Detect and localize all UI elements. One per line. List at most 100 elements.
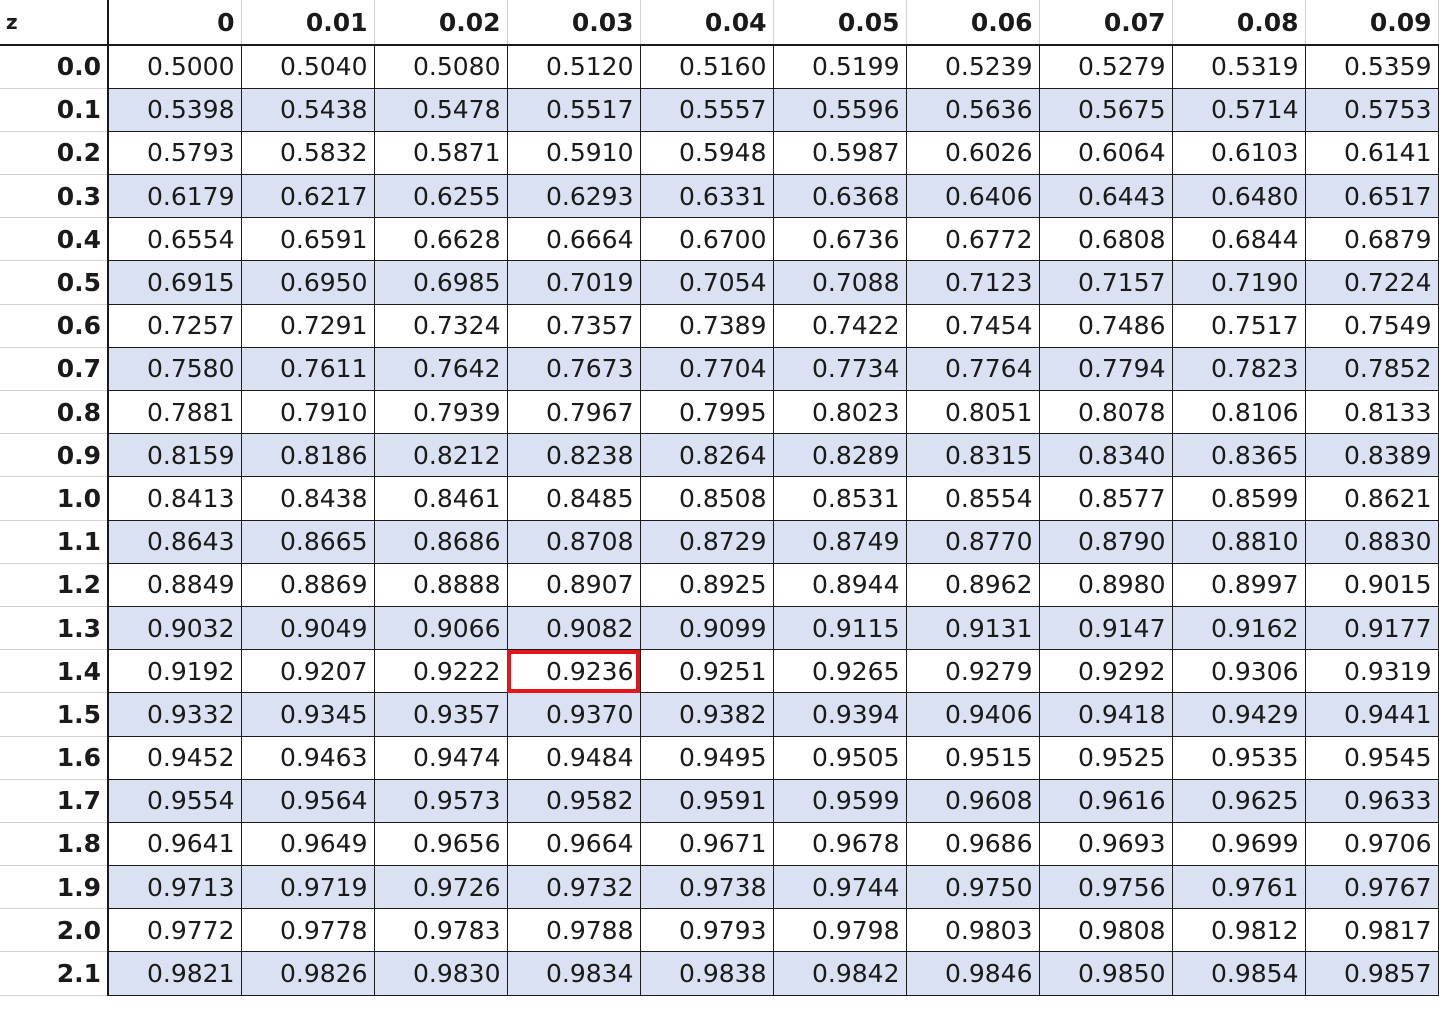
row-header-z[interactable]: 1.9 — [0, 865, 109, 910]
table-cell[interactable]: 0.7764 — [905, 346, 1040, 392]
table-cell[interactable]: 0.7673 — [506, 346, 641, 392]
row-header-z[interactable]: 0.1 — [0, 88, 109, 132]
table-cell[interactable]: 0.9099 — [639, 605, 774, 651]
table-cell[interactable]: 0.9803 — [905, 908, 1040, 953]
table-cell[interactable]: 0.6293 — [506, 174, 641, 219]
table-cell[interactable]: 0.9192 — [107, 649, 242, 694]
table-cell[interactable]: 0.9821 — [107, 951, 242, 996]
table-cell[interactable]: 0.8621 — [1304, 476, 1439, 521]
table-cell[interactable]: 0.6950 — [240, 260, 375, 305]
table-cell[interactable]: 0.9732 — [506, 865, 641, 910]
table-cell[interactable]: 0.6808 — [1038, 217, 1173, 262]
table-cell[interactable]: 0.7939 — [373, 389, 508, 435]
table-cell[interactable]: 0.5279 — [1038, 44, 1173, 89]
table-cell[interactable]: 0.9744 — [772, 865, 907, 910]
table-cell[interactable]: 0.9265 — [772, 649, 907, 694]
table-cell[interactable]: 0.9846 — [905, 951, 1040, 996]
table-cell[interactable]: 0.8980 — [1038, 562, 1173, 607]
table-cell[interactable]: 0.9115 — [772, 605, 907, 651]
table-cell[interactable]: 0.5160 — [639, 44, 774, 89]
table-cell[interactable]: 0.5832 — [240, 130, 375, 176]
table-cell[interactable]: 0.9207 — [240, 649, 375, 694]
table-cell[interactable]: 0.9495 — [639, 735, 774, 780]
table-cell[interactable]: 0.6103 — [1171, 130, 1306, 176]
table-cell[interactable]: 0.9693 — [1038, 821, 1173, 867]
row-header-z[interactable]: 0.2 — [0, 131, 109, 176]
table-cell[interactable]: 0.9826 — [240, 951, 375, 996]
table-cell[interactable]: 0.7291 — [240, 303, 375, 348]
row-header-z[interactable]: 0.5 — [0, 260, 109, 305]
table-cell[interactable]: 0.9834 — [506, 951, 641, 996]
table-cell[interactable]: 0.9049 — [240, 605, 375, 651]
table-cell[interactable]: 0.9515 — [905, 735, 1040, 780]
table-cell[interactable]: 0.6141 — [1304, 130, 1439, 176]
table-cell[interactable]: 0.5557 — [639, 87, 774, 132]
table-cell[interactable]: 0.9857 — [1304, 951, 1439, 996]
table-cell[interactable]: 0.6591 — [240, 217, 375, 262]
table-cell[interactable]: 0.9817 — [1304, 908, 1439, 953]
row-header-z[interactable]: 1.1 — [0, 520, 109, 564]
table-cell[interactable]: 0.8186 — [240, 433, 375, 478]
table-cell[interactable]: 0.7389 — [639, 303, 774, 348]
table-cell[interactable]: 0.6517 — [1304, 174, 1439, 219]
table-cell[interactable]: 0.9306 — [1171, 649, 1306, 694]
row-header-z[interactable]: 0.6 — [0, 304, 109, 348]
table-cell[interactable]: 0.9222 — [373, 649, 508, 694]
table-cell[interactable]: 0.9535 — [1171, 735, 1306, 780]
table-cell[interactable]: 0.8413 — [107, 476, 242, 521]
table-cell[interactable]: 0.7794 — [1038, 346, 1173, 392]
table-cell[interactable]: 0.9649 — [240, 821, 375, 867]
table-cell[interactable]: 0.5239 — [905, 44, 1040, 89]
table-cell[interactable]: 0.6406 — [905, 174, 1040, 219]
table-cell[interactable]: 0.7823 — [1171, 346, 1306, 392]
table-cell[interactable]: 0.9406 — [905, 692, 1040, 737]
table-cell[interactable]: 0.9788 — [506, 908, 641, 953]
table-cell[interactable]: 0.7486 — [1038, 303, 1173, 348]
table-cell[interactable]: 0.6554 — [107, 217, 242, 262]
table-cell[interactable]: 0.8907 — [506, 562, 641, 607]
table-cell[interactable]: 0.8289 — [772, 433, 907, 478]
table-cell[interactable]: 0.9370 — [506, 692, 641, 737]
table-cell[interactable]: 0.9525 — [1038, 735, 1173, 780]
column-header[interactable]: 0.06 — [906, 0, 1040, 46]
row-header-z[interactable]: 1.6 — [0, 736, 109, 780]
table-cell[interactable]: 0.9066 — [373, 605, 508, 651]
table-cell[interactable]: 0.8485 — [506, 476, 641, 521]
table-cell[interactable]: 0.5987 — [772, 130, 907, 176]
row-header-z[interactable]: 1.8 — [0, 822, 109, 867]
table-cell[interactable]: 0.6217 — [240, 174, 375, 219]
table-cell[interactable]: 0.7054 — [639, 260, 774, 305]
table-cell[interactable]: 0.8599 — [1171, 476, 1306, 521]
table-cell[interactable]: 0.9699 — [1171, 821, 1306, 867]
table-cell[interactable]: 0.7967 — [506, 389, 641, 435]
table-cell[interactable]: 0.9382 — [639, 692, 774, 737]
table-cell[interactable]: 0.9484 — [506, 735, 641, 780]
table-cell[interactable]: 0.6985 — [373, 260, 508, 305]
table-cell[interactable]: 0.6772 — [905, 217, 1040, 262]
table-cell[interactable]: 0.9394 — [772, 692, 907, 737]
table-cell[interactable]: 0.6628 — [373, 217, 508, 262]
table-cell[interactable]: 0.5080 — [373, 44, 508, 89]
table-cell[interactable]: 0.7454 — [905, 303, 1040, 348]
table-cell[interactable]: 0.5517 — [506, 87, 641, 132]
table-cell[interactable]: 0.9591 — [639, 778, 774, 823]
table-cell[interactable]: 0.9357 — [373, 692, 508, 737]
table-cell[interactable]: 0.9554 — [107, 778, 242, 823]
table-cell[interactable]: 0.6443 — [1038, 174, 1173, 219]
table-cell[interactable]: 0.6179 — [107, 174, 242, 219]
row-header-z[interactable]: 0.8 — [0, 390, 109, 435]
table-cell[interactable]: 0.6480 — [1171, 174, 1306, 219]
column-header[interactable]: 0.08 — [1172, 0, 1306, 46]
table-cell[interactable]: 0.8078 — [1038, 389, 1173, 435]
table-cell[interactable]: 0.9279 — [905, 649, 1040, 694]
table-cell[interactable]: 0.7422 — [772, 303, 907, 348]
table-cell[interactable]: 0.9616 — [1038, 778, 1173, 823]
table-cell[interactable]: 0.5040 — [240, 44, 375, 89]
table-cell[interactable]: 0.7704 — [639, 346, 774, 392]
table-cell[interactable]: 0.9292 — [1038, 649, 1173, 694]
row-header-z[interactable]: 0.7 — [0, 347, 109, 392]
table-cell[interactable]: 0.8962 — [905, 562, 1040, 607]
table-cell[interactable]: 0.8389 — [1304, 433, 1439, 478]
table-cell[interactable]: 0.9474 — [373, 735, 508, 780]
table-cell[interactable]: 0.7517 — [1171, 303, 1306, 348]
